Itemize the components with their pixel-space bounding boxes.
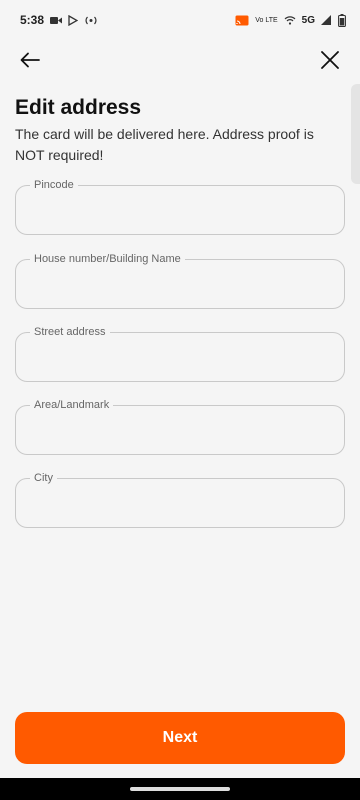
play-store-icon [68,14,79,26]
network-type: 5G [301,14,315,26]
pincode-field[interactable]: Pincode [15,178,345,235]
volte-icon: Vo LTE [255,16,278,24]
signal-icon [321,15,332,25]
city-field[interactable]: City [15,471,345,528]
home-indicator[interactable] [130,787,230,791]
battery-icon [338,13,346,27]
street-address-label: Street address [30,325,110,339]
scrollbar[interactable] [351,84,360,184]
close-button[interactable] [316,46,344,74]
status-left: 5:38 [20,13,98,27]
cast-icon [235,15,249,26]
city-label: City [30,471,57,485]
next-button[interactable]: Next [15,712,345,764]
city-input[interactable] [32,495,332,519]
house-number-field[interactable]: House number/Building Name [15,252,345,309]
status-right: Vo LTE 5G [235,13,346,27]
house-number-input[interactable] [32,276,332,300]
video-camera-icon [50,16,63,25]
pincode-input[interactable] [32,202,332,226]
pincode-label: Pincode [30,178,78,192]
house-number-label: House number/Building Name [30,252,185,266]
gesture-bar [0,778,360,800]
wifi-calling-icon [284,15,296,25]
arrow-left-icon [20,52,40,68]
top-nav [0,40,360,88]
hotspot-icon [84,15,98,26]
page-subtitle: The card will be delivered here. Address… [15,126,314,163]
back-button[interactable] [16,46,44,74]
status-time: 5:38 [20,13,45,27]
area-landmark-label: Area/Landmark [30,398,114,412]
page-title: Edit address [15,96,142,119]
street-address-input[interactable] [32,349,332,373]
area-landmark-input[interactable] [32,422,332,446]
status-bar: 5:38 Vo LTE 5G [0,0,360,40]
street-address-field[interactable]: Street address [15,325,345,382]
close-icon [321,51,339,69]
area-landmark-field[interactable]: Area/Landmark [15,398,345,455]
